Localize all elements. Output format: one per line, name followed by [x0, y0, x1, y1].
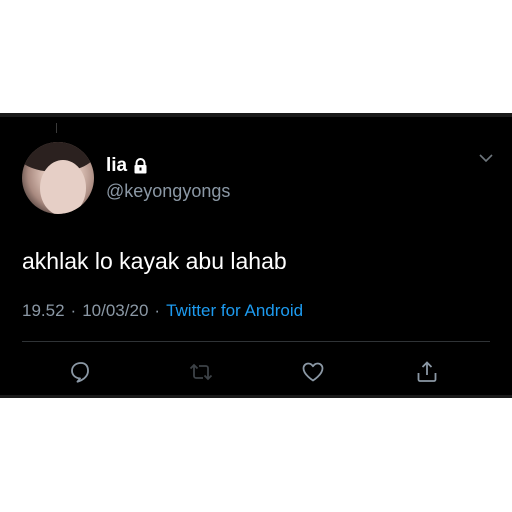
display-name-row[interactable]: lia	[106, 155, 148, 177]
tweet-meta: 19.52 · 10/03/20 · Twitter for Android	[22, 301, 303, 321]
tweet-text: akhlak lo kayak abu lahab	[22, 248, 287, 274]
heart-icon	[302, 362, 324, 382]
reply-icon	[71, 362, 89, 383]
like-button[interactable]	[298, 357, 328, 387]
user-handle[interactable]: @keyongyongs	[106, 181, 230, 202]
avatar[interactable]	[22, 142, 94, 214]
tweet-time[interactable]: 19.52	[22, 301, 65, 321]
share-button[interactable]	[412, 357, 442, 387]
action-bar	[0, 357, 512, 387]
share-icon	[417, 361, 437, 382]
divider	[22, 341, 490, 342]
display-name[interactable]: lia	[106, 155, 127, 177]
thread-line	[56, 123, 57, 133]
tweet-card: lia @keyongyongs akhlak lo kayak abu lah…	[0, 113, 512, 398]
avatar-face	[40, 160, 86, 214]
retweet-icon	[189, 363, 213, 381]
chevron-down-icon[interactable]	[478, 153, 494, 163]
meta-separator: ·	[154, 301, 161, 320]
retweet-button[interactable]	[186, 357, 216, 387]
meta-separator: ·	[70, 301, 77, 320]
tweet-date[interactable]: 10/03/20	[82, 301, 148, 321]
tweet-source-link[interactable]: Twitter for Android	[166, 301, 303, 321]
lock-icon	[134, 158, 147, 174]
reply-button[interactable]	[66, 357, 96, 387]
